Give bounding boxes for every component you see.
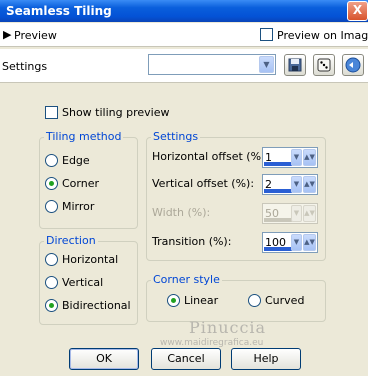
settings-label: Settings	[2, 60, 48, 73]
up-down-arrows-icon[interactable]: ▲▼	[303, 234, 316, 251]
preset-combo[interactable]: ▼	[148, 54, 276, 75]
direction-horizontal-label[interactable]: Horizontal	[62, 253, 118, 266]
width-label: Width (%):	[152, 206, 211, 219]
up-down-arrows-icon[interactable]: ▲▼	[303, 176, 316, 193]
corner-curved-radio[interactable]	[248, 294, 261, 307]
direction-title: Direction	[44, 234, 98, 247]
reset-button[interactable]	[342, 54, 364, 76]
vertical-offset-label: Vertical offset (%):	[152, 177, 255, 190]
corner-style-title: Corner style	[151, 273, 222, 286]
slider-track[interactable]	[264, 247, 292, 251]
reset-arrow-icon	[345, 57, 361, 73]
chevron-down-icon[interactable]: ▼	[291, 149, 302, 166]
chevron-down-icon[interactable]: ▼	[291, 176, 302, 193]
width-spinner: 50 ▼ ▲▼	[262, 203, 318, 224]
show-tiling-preview-label[interactable]: Show tiling preview	[62, 106, 169, 119]
preview-on-image-label[interactable]: Preview on Image	[277, 29, 368, 42]
title-bar: Seamless Tiling X	[0, 0, 368, 22]
ok-button[interactable]: OK	[69, 348, 139, 370]
direction-vertical-radio[interactable]	[45, 276, 58, 289]
save-preset-button[interactable]	[284, 54, 306, 76]
chevron-down-icon[interactable]: ▼	[259, 56, 274, 73]
preview-on-image-checkbox[interactable]	[260, 28, 273, 41]
up-down-arrows-icon: ▲▼	[303, 205, 316, 222]
preview-bar: ▶ Preview Preview on Image	[0, 23, 368, 47]
tiling-mirror-radio[interactable]	[45, 200, 58, 213]
settings-title: Settings	[151, 130, 201, 143]
horizontal-offset-spinner[interactable]: 1 ▼ ▲▼	[262, 147, 318, 168]
direction-vertical-label[interactable]: Vertical	[62, 276, 103, 289]
show-tiling-preview-checkbox[interactable]	[45, 106, 58, 119]
window-title: Seamless Tiling	[6, 4, 112, 18]
watermark-name: Pinuccia	[189, 318, 267, 337]
preview-label[interactable]: Preview	[14, 29, 57, 42]
tiling-corner-label[interactable]: Corner	[62, 177, 99, 190]
up-down-arrows-icon[interactable]: ▲▼	[303, 149, 316, 166]
chevron-down-icon[interactable]: ▼	[291, 234, 302, 251]
tiling-edge-label[interactable]: Edge	[62, 154, 90, 167]
corner-linear-radio[interactable]	[167, 294, 180, 307]
corner-curved-label[interactable]: Curved	[265, 294, 304, 307]
randomize-button[interactable]	[313, 54, 335, 76]
slider-track[interactable]	[264, 189, 292, 193]
cancel-button[interactable]: Cancel	[151, 348, 221, 370]
direction-bidirectional-label[interactable]: Bidirectional	[62, 299, 131, 312]
dice-icon	[317, 58, 331, 72]
settings-preset-bar: Settings ▼	[0, 49, 368, 83]
vertical-offset-spinner[interactable]: 2 ▼ ▲▼	[262, 174, 318, 195]
tiling-corner-radio[interactable]	[45, 177, 58, 190]
close-icon: X	[352, 3, 363, 17]
direction-bidirectional-radio[interactable]	[45, 299, 58, 312]
horizontal-offset-label: Horizontal offset (%):	[152, 150, 270, 163]
help-button[interactable]: Help	[231, 348, 301, 370]
transition-label: Transition (%):	[152, 235, 232, 248]
chevron-down-icon: ▼	[291, 205, 302, 222]
tiling-mirror-label[interactable]: Mirror	[62, 200, 94, 213]
corner-linear-label[interactable]: Linear	[184, 294, 218, 307]
floppy-disk-icon	[288, 58, 302, 72]
expand-triangle-icon[interactable]: ▶	[3, 28, 11, 41]
tiling-method-title: Tiling method	[44, 130, 124, 143]
close-button[interactable]: X	[347, 1, 368, 21]
slider-track	[264, 218, 292, 222]
watermark-url: www.maidiregrafica.eu	[160, 338, 264, 348]
transition-spinner[interactable]: 100 ▼ ▲▼	[262, 232, 318, 253]
tiling-edge-radio[interactable]	[45, 154, 58, 167]
direction-horizontal-radio[interactable]	[45, 253, 58, 266]
slider-track[interactable]	[264, 162, 292, 166]
